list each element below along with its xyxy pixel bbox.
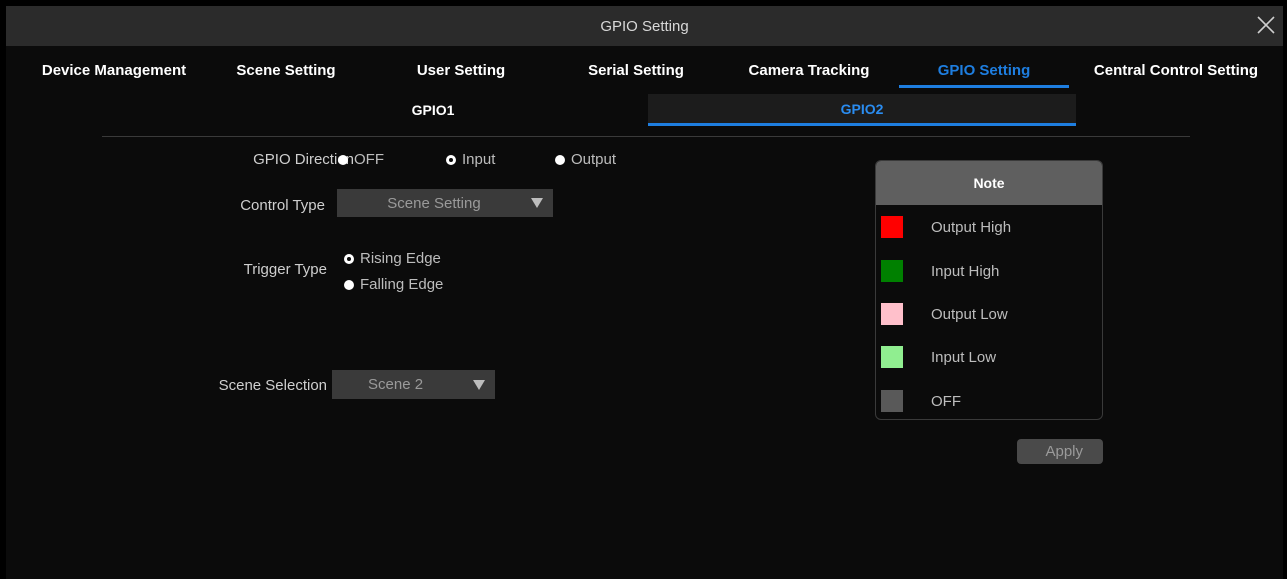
- color-swatch: [881, 346, 903, 368]
- window-title: GPIO Setting: [600, 17, 689, 35]
- note-item-input-high: Input High: [881, 260, 999, 282]
- gpio-subtabs: GPIO1 GPIO2: [6, 94, 1283, 128]
- tab-user-setting[interactable]: User Setting: [386, 50, 536, 90]
- tab-serial-setting[interactable]: Serial Setting: [561, 50, 711, 90]
- color-swatch: [881, 216, 903, 238]
- note-item-label: Output High: [931, 218, 1012, 236]
- apply-button[interactable]: Apply: [1017, 439, 1103, 464]
- tab-device-management[interactable]: Device Management: [24, 50, 204, 90]
- radio-dot: [338, 154, 348, 165]
- chevron-down-icon: [531, 198, 543, 208]
- radio-label: Falling Edge: [360, 276, 444, 293]
- tab-scene-setting[interactable]: Scene Setting: [211, 50, 361, 90]
- trigger-type-label: Trigger Type: [243, 261, 327, 278]
- note-item-label: OFF: [931, 392, 961, 410]
- chevron-down-icon: [473, 379, 485, 390]
- note-item-off: OFF: [881, 390, 961, 412]
- control-type-value: Scene Setting: [387, 194, 481, 212]
- note-item-label: Output Low: [931, 305, 1008, 323]
- color-swatch: [881, 303, 903, 325]
- scene-selection-select[interactable]: Scene 2: [332, 370, 495, 399]
- radio-label: Output: [571, 151, 617, 168]
- note-title: Note: [876, 161, 1102, 205]
- control-type-select[interactable]: Scene Setting: [337, 189, 553, 217]
- close-icon[interactable]: [1255, 14, 1277, 36]
- radio-dot-selected: [446, 154, 456, 165]
- note-item-input-low: Input Low: [881, 346, 996, 368]
- color-swatch: [881, 260, 903, 282]
- main-tabs: Device Management Scene Setting User Set…: [6, 50, 1283, 90]
- note-legend: Note Output High Input High Output Low I…: [875, 160, 1103, 420]
- subtab-gpio1[interactable]: GPIO1: [358, 94, 508, 126]
- scene-selection-label: Scene Selection: [218, 377, 327, 394]
- note-item-label: Input Low: [931, 348, 997, 366]
- note-item-label: Input High: [931, 262, 1000, 280]
- radio-trigger-falling[interactable]: Falling Edge: [344, 276, 443, 293]
- radio-dot: [344, 279, 354, 290]
- radio-dot-selected: [344, 253, 354, 264]
- radio-direction-input[interactable]: Input: [446, 151, 495, 168]
- radio-label: OFF: [354, 151, 384, 168]
- tab-camera-tracking[interactable]: Camera Tracking: [729, 50, 889, 90]
- color-swatch: [881, 390, 903, 412]
- note-item-output-low: Output Low: [881, 303, 1008, 325]
- radio-label: Rising Edge: [360, 250, 441, 267]
- title-bar: GPIO Setting: [6, 6, 1283, 46]
- tab-central-control-setting[interactable]: Central Control Setting: [1076, 50, 1276, 90]
- radio-trigger-rising[interactable]: Rising Edge: [344, 250, 441, 267]
- radio-direction-off[interactable]: OFF: [338, 151, 384, 168]
- divider: [102, 136, 1190, 137]
- note-item-output-high: Output High: [881, 216, 1011, 238]
- control-type-label: Control Type: [240, 197, 325, 214]
- radio-dot: [555, 154, 565, 165]
- subtab-gpio2[interactable]: GPIO2: [648, 94, 1076, 126]
- tab-gpio-setting[interactable]: GPIO Setting: [899, 50, 1069, 90]
- radio-label: Input: [462, 151, 496, 168]
- radio-direction-output[interactable]: Output: [555, 151, 616, 168]
- gpio-direction-label: GPIO Direction: [253, 151, 354, 168]
- scene-selection-value: Scene 2: [368, 376, 424, 393]
- gpio-setting-window: GPIO Setting Device Management Scene Set…: [6, 6, 1283, 579]
